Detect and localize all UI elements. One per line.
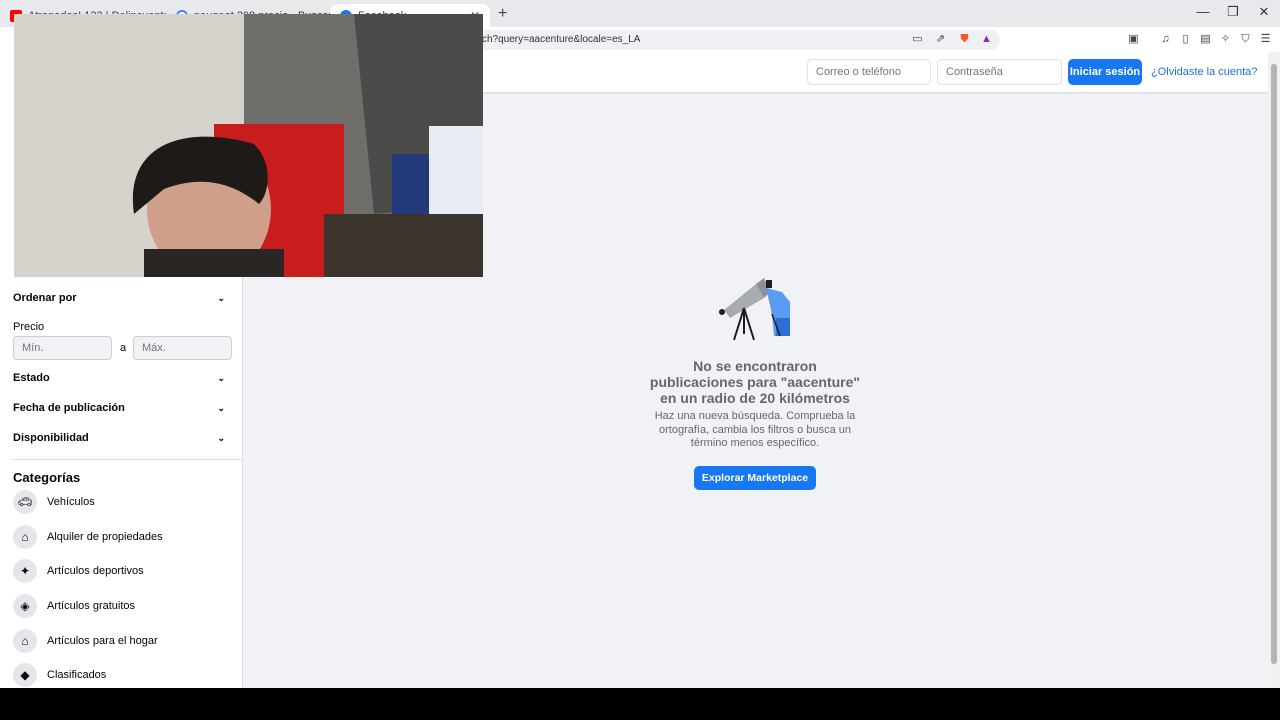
screenshot-icon[interactable]: ▣ <box>1127 33 1140 46</box>
tag-icon: ◈ <box>13 594 37 618</box>
filter-label: Fecha de publicación <box>13 402 125 414</box>
category-label: Artículos para el hogar <box>47 635 158 647</box>
category-free[interactable]: ◈ Artículos gratuitos <box>13 593 135 619</box>
webcam-overlay <box>14 14 483 277</box>
filter-label: Estado <box>13 372 50 384</box>
empty-state-description: Haz una nueva búsqueda. Comprueba la ort… <box>654 410 856 449</box>
price-separator: a <box>120 342 127 354</box>
category-property-rentals[interactable]: ⌂ Alquiler de propiedades <box>13 524 163 550</box>
explore-marketplace-button[interactable]: Explorar Marketplace <box>693 465 817 490</box>
filter-label: Disponibilidad <box>13 432 89 444</box>
category-vehicles[interactable]: 🚗︎ Vehículos <box>13 489 95 515</box>
car-icon: 🚗︎ <box>13 490 37 514</box>
chevron-down-icon: ⌄ <box>217 432 225 443</box>
date-listed-dropdown[interactable]: Fecha de publicación ⌄ <box>13 398 225 418</box>
category-sports[interactable]: ✦ Artículos deportivos <box>13 558 144 584</box>
password-field[interactable] <box>937 59 1062 85</box>
maximize-button[interactable]: ❐ <box>1218 4 1248 20</box>
close-window-button[interactable]: ✕ <box>1249 4 1279 20</box>
email-field[interactable] <box>807 59 931 85</box>
login-button[interactable]: Iniciar sesión <box>1068 59 1142 85</box>
new-tab-button[interactable]: + <box>498 5 507 23</box>
chevron-down-icon: ⌄ <box>217 292 225 303</box>
leo-icon[interactable]: ✧ <box>1219 33 1232 46</box>
music-icon[interactable]: ♫ <box>1159 33 1172 46</box>
divider <box>13 459 243 460</box>
vpn-icon[interactable]: ⛉ <box>1239 33 1252 46</box>
telescope-illustration-icon <box>719 278 790 341</box>
rewards-icon[interactable]: ▲ <box>980 33 993 46</box>
url-text: ch?query=aacenture&locale=es_LA <box>482 34 641 45</box>
category-label: Clasificados <box>47 669 107 681</box>
brave-shield-icon[interactable]: ⛊ <box>958 33 971 46</box>
sort-dropdown[interactable]: Ordenar por ⌄ <box>13 288 225 308</box>
cast-icon[interactable]: ▭ <box>911 33 924 46</box>
category-label: Artículos gratuitos <box>47 600 136 612</box>
menu-icon[interactable]: ☰ <box>1259 33 1272 46</box>
label-icon: ◆ <box>13 663 37 687</box>
scrollbar-thumb[interactable] <box>1271 64 1277 664</box>
house-dollar-icon: ⌂ <box>13 525 37 549</box>
forgot-account-link[interactable]: ¿Olvidaste la cuenta? <box>1151 66 1257 78</box>
condition-dropdown[interactable]: Estado ⌄ <box>13 368 225 388</box>
category-label: Alquiler de propiedades <box>47 531 163 543</box>
home-icon: ⌂ <box>13 629 37 653</box>
category-label: Vehículos <box>47 496 95 508</box>
price-label: Precio <box>13 321 45 333</box>
wallet-icon[interactable]: ▤ <box>1199 33 1212 46</box>
page-scrollbar[interactable] <box>1268 52 1280 688</box>
chevron-down-icon: ⌄ <box>217 372 225 383</box>
webcam-feed-image <box>14 14 483 277</box>
category-classifieds[interactable]: ◆ Clasificados <box>13 662 106 688</box>
categories-title: Categorías <box>13 470 81 485</box>
price-max-input[interactable] <box>133 336 232 360</box>
category-home-goods[interactable]: ⌂ Artículos para el hogar <box>13 628 158 654</box>
share-icon[interactable]: ⇗ <box>934 33 947 46</box>
runner-icon: ✦ <box>13 559 37 583</box>
sidebar-icon[interactable]: ▯ <box>1179 33 1192 46</box>
price-min-input[interactable] <box>13 336 112 360</box>
minimize-button[interactable]: — <box>1188 4 1218 19</box>
empty-state-title: No se encontraron publicaciones para "aa… <box>649 358 861 406</box>
chevron-down-icon: ⌄ <box>217 402 225 413</box>
availability-dropdown[interactable]: Disponibilidad ⌄ <box>13 428 225 448</box>
category-label: Artículos deportivos <box>47 565 144 577</box>
empty-state: No se encontraron publicaciones para "aa… <box>645 358 865 490</box>
sort-label: Ordenar por <box>13 292 77 304</box>
